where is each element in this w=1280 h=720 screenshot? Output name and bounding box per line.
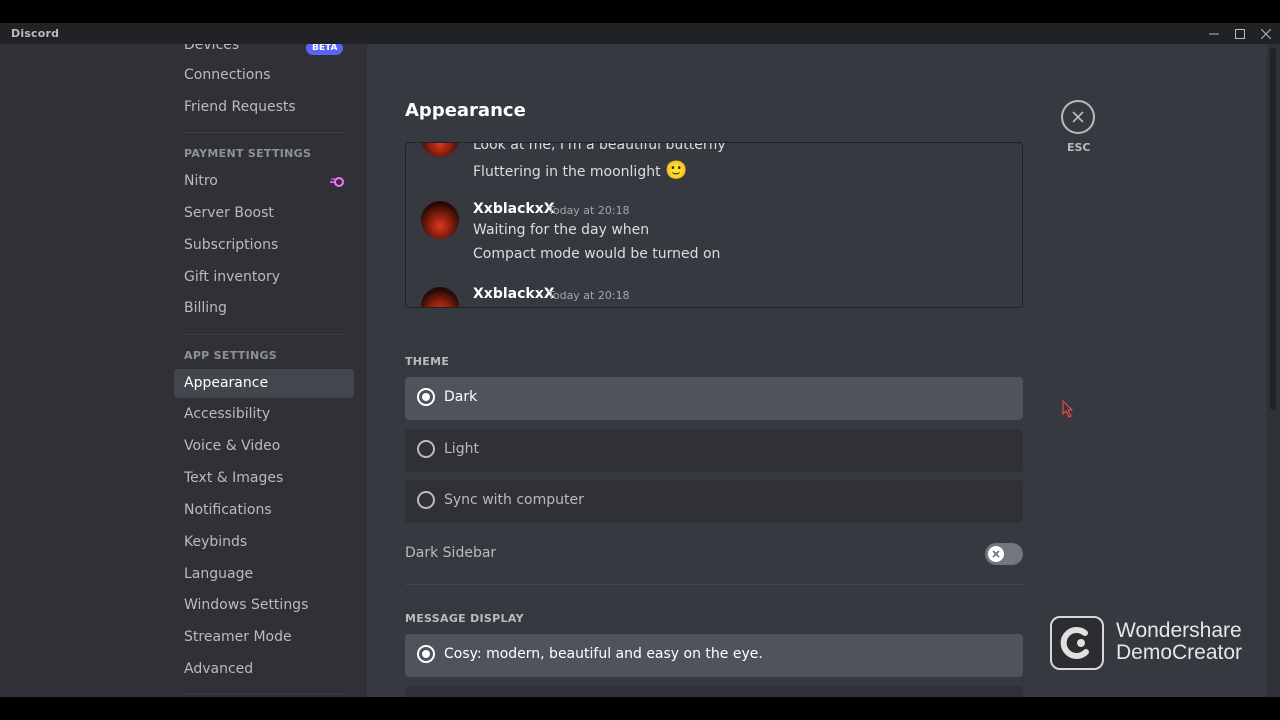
sidebar-item-streamer-mode[interactable]: Streamer Mode bbox=[174, 623, 354, 652]
sidebar-item-connections[interactable]: Connections bbox=[174, 61, 354, 90]
dark-sidebar-label: Dark Sidebar bbox=[405, 545, 497, 561]
close-settings-button[interactable] bbox=[1061, 100, 1095, 134]
mouse-cursor-icon bbox=[1062, 400, 1074, 418]
sidebar-item-notifications[interactable]: Notifications bbox=[174, 496, 354, 525]
radio-selected-icon bbox=[417, 645, 435, 663]
close-icon bbox=[1072, 111, 1084, 123]
username: XxblackxX bbox=[473, 201, 555, 217]
sidebar-item-text-images[interactable]: Text & Images bbox=[174, 464, 354, 493]
toggle-off-icon bbox=[988, 546, 1004, 562]
sidebar-item-voice-video[interactable]: Voice & Video bbox=[174, 432, 354, 461]
theme-option-dark[interactable]: Dark bbox=[405, 377, 1023, 420]
page-title: Appearance bbox=[405, 100, 526, 121]
theme-option-light[interactable]: Light bbox=[405, 429, 1023, 472]
message-display-section-label: MESSAGE DISPLAY bbox=[405, 612, 524, 625]
app-settings-header: APP SETTINGS bbox=[184, 349, 278, 362]
message-display-option-compact[interactable] bbox=[405, 686, 1023, 697]
minimize-button[interactable] bbox=[1201, 23, 1227, 44]
title-bar: Discord bbox=[0, 23, 1280, 44]
avatar bbox=[421, 287, 459, 307]
settings-sidebar: Devices BETA Connections Friend Requests… bbox=[0, 44, 367, 697]
theme-option-sync[interactable]: Sync with computer bbox=[405, 480, 1023, 523]
message-text-content: Fluttering in the moonlight bbox=[473, 164, 661, 180]
bottom-letterbox bbox=[0, 697, 1280, 720]
democreator-logo-icon bbox=[1050, 616, 1104, 670]
avatar bbox=[421, 201, 459, 239]
message-preview: Look at me, I'm a beautiful butterfly Fl… bbox=[405, 142, 1023, 308]
watermark: Wondershare DemoCreator bbox=[1050, 616, 1270, 672]
beta-badge: BETA bbox=[306, 44, 344, 55]
username: XxblackxX bbox=[473, 286, 555, 302]
sidebar-item-gift-inventory[interactable]: Gift inventory bbox=[174, 263, 354, 292]
section-divider bbox=[405, 584, 1023, 585]
sidebar-item-advanced[interactable]: Advanced bbox=[174, 655, 354, 684]
sidebar-item-accessibility[interactable]: Accessibility bbox=[174, 400, 354, 429]
radio-selected-icon bbox=[417, 388, 435, 406]
dark-sidebar-toggle[interactable] bbox=[985, 543, 1023, 565]
radio-unselected-icon bbox=[417, 491, 435, 509]
sidebar-divider bbox=[184, 693, 344, 694]
sidebar-item-language[interactable]: Language bbox=[174, 560, 354, 589]
message-display-option-cosy[interactable]: Cosy: modern, beautiful and easy on the … bbox=[405, 634, 1023, 677]
sidebar-item-label: Nitro bbox=[184, 173, 218, 189]
app-title: Discord bbox=[11, 27, 60, 40]
sidebar-divider bbox=[184, 334, 344, 335]
sidebar-item-subscriptions[interactable]: Subscriptions bbox=[174, 231, 354, 260]
payment-settings-header: PAYMENT SETTINGS bbox=[184, 147, 312, 160]
watermark-line1: Wondershare bbox=[1116, 619, 1242, 642]
message-text: Fluttering in the moonlight 🙂 bbox=[473, 160, 687, 181]
theme-option-label: Dark bbox=[444, 389, 478, 405]
sidebar-item-friend-requests[interactable]: Friend Requests bbox=[174, 93, 354, 122]
message-text: Look at me, I'm a beautiful butterfly bbox=[473, 142, 726, 153]
sidebar-item-nitro[interactable]: Nitro bbox=[174, 167, 354, 196]
sidebar-item-appearance[interactable]: Appearance bbox=[174, 369, 354, 398]
sidebar-item-billing[interactable]: Billing bbox=[174, 294, 354, 323]
message-text: Waiting for the day when bbox=[473, 222, 650, 238]
scrollbar-thumb[interactable] bbox=[1270, 48, 1276, 410]
theme-section-label: THEME bbox=[405, 355, 450, 368]
timestamp: Today at 20:18 bbox=[548, 204, 630, 217]
watermark-line2: DemoCreator bbox=[1116, 641, 1243, 664]
avatar bbox=[421, 143, 459, 157]
message-display-option-label: Cosy: modern, beautiful and easy on the … bbox=[444, 646, 763, 662]
emoji-icon: 🙂 bbox=[665, 160, 688, 181]
maximize-icon bbox=[1235, 28, 1245, 39]
radio-unselected-icon bbox=[417, 440, 435, 458]
theme-option-label: Light bbox=[444, 441, 479, 457]
sidebar-item-server-boost[interactable]: Server Boost bbox=[174, 199, 354, 228]
theme-option-label: Sync with computer bbox=[444, 492, 584, 508]
close-icon bbox=[1261, 28, 1271, 39]
timestamp: Today at 20:18 bbox=[548, 289, 630, 302]
nitro-icon bbox=[330, 177, 344, 187]
close-window-button[interactable] bbox=[1253, 23, 1279, 44]
message-text: Compact mode would be turned on bbox=[473, 246, 721, 262]
minimize-icon bbox=[1209, 33, 1219, 34]
sidebar-item-windows-settings[interactable]: Windows Settings bbox=[174, 591, 354, 620]
maximize-button[interactable] bbox=[1227, 23, 1253, 44]
sidebar-item-keybinds[interactable]: Keybinds bbox=[174, 528, 354, 557]
sidebar-item-label: Devices bbox=[184, 44, 240, 53]
sidebar-divider bbox=[184, 132, 344, 133]
esc-label: ESC bbox=[1067, 141, 1091, 154]
